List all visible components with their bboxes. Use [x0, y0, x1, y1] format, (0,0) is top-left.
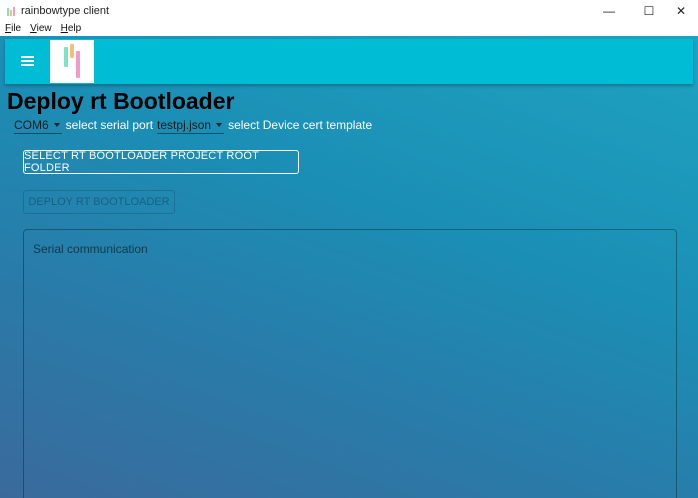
serial-communication-label: Serial communication [33, 242, 148, 256]
app-bar [5, 39, 693, 84]
hamburger-menu-icon[interactable] [19, 53, 37, 69]
cert-template-hint: select Device cert template [228, 118, 373, 132]
serial-port-select[interactable]: COM6 [14, 116, 62, 134]
menu-help[interactable]: Help [61, 23, 82, 34]
serial-port-hint: select serial port [65, 118, 154, 132]
app-icon [6, 6, 16, 16]
window-title: rainbowtype client [21, 4, 110, 17]
app-content: Deploy rt Bootloader COM6 select serial … [0, 36, 698, 498]
chevron-down-icon [53, 122, 60, 127]
deploy-bootloader-button: DEPLOY RT BOOTLOADER [23, 190, 175, 214]
chevron-down-icon [216, 122, 223, 127]
serial-port-value: COM6 [14, 117, 49, 132]
serial-communication-textarea[interactable]: Serial communication [23, 229, 677, 498]
select-root-folder-button[interactable]: SELECT RT BOOTLOADER PROJECT ROOT FOLDER [23, 150, 299, 174]
page-title: Deploy rt Bootloader [7, 88, 235, 114]
selector-row: COM6 select serial port testpj.json sele… [14, 116, 376, 134]
menu-view[interactable]: View [30, 23, 52, 34]
menubar: File View Help [0, 21, 698, 36]
cert-template-value: testpj.json [157, 117, 212, 132]
maximize-button[interactable]: ☐ [632, 0, 666, 21]
minimize-button[interactable]: — [592, 0, 626, 21]
window-titlebar: rainbowtype client — ☐ ✕ [0, 0, 698, 21]
app-logo [50, 40, 94, 83]
menu-file[interactable]: File [5, 23, 21, 34]
close-button[interactable]: ✕ [664, 0, 698, 21]
cert-template-select[interactable]: testpj.json [157, 116, 225, 134]
